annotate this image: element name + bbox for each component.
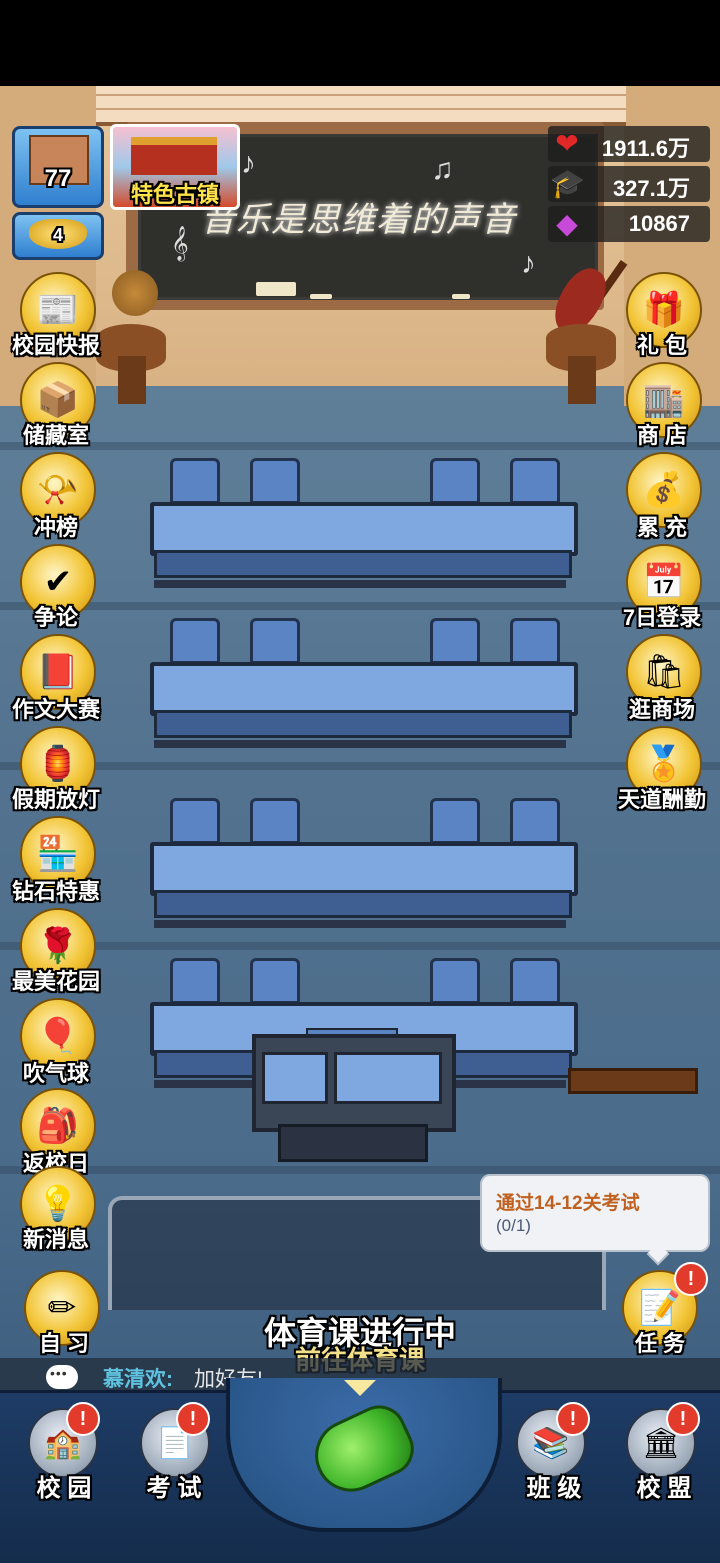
status-bar (0, 0, 720, 86)
menu-label: 吹气球 (22, 1061, 89, 1086)
chair[interactable] (430, 618, 480, 664)
rank-level: 4 (52, 225, 63, 245)
task-title: 通过14-12关考试 (496, 1193, 640, 1214)
menu-label: 商 店 (636, 423, 688, 448)
rank-button[interactable]: 4 (12, 212, 104, 260)
menu-label: 逛商场 (628, 697, 695, 722)
chair[interactable] (170, 458, 220, 504)
chair[interactable] (510, 458, 560, 504)
chair[interactable] (430, 958, 480, 1004)
hearts-value: 1911.6万 (601, 136, 690, 161)
floor-step (0, 942, 720, 950)
teacher-desk-panel (334, 1052, 442, 1104)
menu-label: 作文大赛 (11, 697, 100, 722)
chair[interactable] (430, 798, 480, 844)
chat-bubble-icon (46, 1365, 78, 1389)
treble-clef-icon: 𝄞 (171, 227, 189, 260)
alert-badge-icon: ! (674, 1262, 708, 1296)
diamond-stat[interactable]: ◆ 10867 (548, 206, 710, 242)
hearts-stat[interactable]: ❤ 1911.6万 (548, 126, 710, 162)
desk-front (154, 710, 572, 738)
nav-label: 班 级 (526, 1475, 582, 1502)
desk-rail (154, 580, 566, 588)
desk[interactable] (150, 662, 578, 716)
graduation-cap-icon: 🎓 (550, 168, 585, 199)
menu-label: 礼 包 (636, 333, 688, 358)
chair[interactable] (250, 958, 300, 1004)
knowledge-stat[interactable]: 🎓 327.1万 (548, 166, 710, 202)
menu-label: 储藏室 (22, 423, 89, 448)
chat-sender: 慕清欢: (103, 1368, 173, 1391)
chalk-eraser (256, 282, 296, 296)
desk-row-3[interactable] (150, 798, 578, 938)
self-study-label: 自 习 (38, 1331, 90, 1356)
music-note-icon: ♫ (431, 153, 454, 186)
chair[interactable] (170, 958, 220, 1004)
teacher-podium (278, 1124, 428, 1162)
town-button[interactable]: 特色古镇 (110, 124, 240, 210)
chair[interactable] (510, 618, 560, 664)
blackboard-text: 音乐是思维着的声音 (201, 200, 516, 240)
guitar-stand-leg (568, 356, 596, 404)
diamond-value: 10867 (628, 211, 690, 236)
menu-label: 冲榜 (33, 515, 78, 540)
alert-badge-icon: ! (66, 1402, 100, 1436)
music-staff-banner (96, 86, 626, 126)
teacher-desk[interactable] (252, 1034, 456, 1132)
desk-rail (154, 740, 566, 748)
school-level-button[interactable]: 77 (12, 126, 104, 208)
palace-icon (131, 137, 217, 175)
menu-label: 天道酬勤 (617, 787, 706, 812)
gramophone-stand-leg (118, 356, 146, 404)
chair[interactable] (250, 618, 300, 664)
nav-label: 校 盟 (636, 1475, 692, 1502)
knowledge-value: 327.1万 (612, 176, 690, 201)
desk-row-2[interactable] (150, 618, 578, 758)
chair[interactable] (170, 618, 220, 664)
menu-label: 7日登录 (622, 605, 702, 630)
nav-label: 校 园 (36, 1475, 92, 1502)
school-level: 77 (44, 165, 72, 192)
chair[interactable] (170, 798, 220, 844)
menu-label: 新消息 (22, 1227, 89, 1252)
menu-label: 钻石特惠 (11, 879, 100, 904)
chalk (310, 294, 332, 299)
menu-label: 假期放灯 (11, 787, 100, 812)
task-bubble[interactable]: 通过14-12关考试 (0/1) (480, 1174, 710, 1252)
menu-label: 最美花园 (11, 969, 100, 994)
desk[interactable] (150, 842, 578, 896)
desk-rail (154, 920, 566, 928)
desk-row-1[interactable] (150, 458, 578, 598)
menu-label: 累 充 (636, 515, 688, 540)
task-label: 任 务 (634, 1331, 686, 1356)
task-progress: (0/1) (496, 1216, 531, 1235)
floor-step (0, 762, 720, 770)
alert-badge-icon: ! (176, 1402, 210, 1436)
desk-front (154, 890, 572, 918)
heart-icon: ❤ (555, 128, 579, 159)
gramophone-horn (112, 270, 158, 316)
desk[interactable] (150, 502, 578, 556)
alert-badge-icon: ! (666, 1402, 700, 1436)
chair[interactable] (430, 458, 480, 504)
arrow-down-icon (344, 1380, 376, 1396)
alert-badge-icon: ! (556, 1402, 590, 1436)
desk-front (154, 550, 572, 578)
chalk (452, 294, 470, 299)
diamond-icon: ◆ (556, 208, 578, 239)
nav-label: 考 试 (146, 1475, 202, 1502)
music-note-icon: ♪ (521, 247, 536, 280)
chair[interactable] (510, 798, 560, 844)
teacher-desk-panel (262, 1052, 328, 1104)
town-button-label: 特色古镇 (130, 182, 219, 207)
menu-label: 争论 (33, 605, 78, 630)
side-desk (568, 1068, 698, 1094)
chair[interactable] (510, 958, 560, 1004)
chair[interactable] (250, 798, 300, 844)
music-note-icon: ♪ (241, 147, 256, 180)
menu-label: 校园快报 (11, 333, 100, 358)
chair[interactable] (250, 458, 300, 504)
